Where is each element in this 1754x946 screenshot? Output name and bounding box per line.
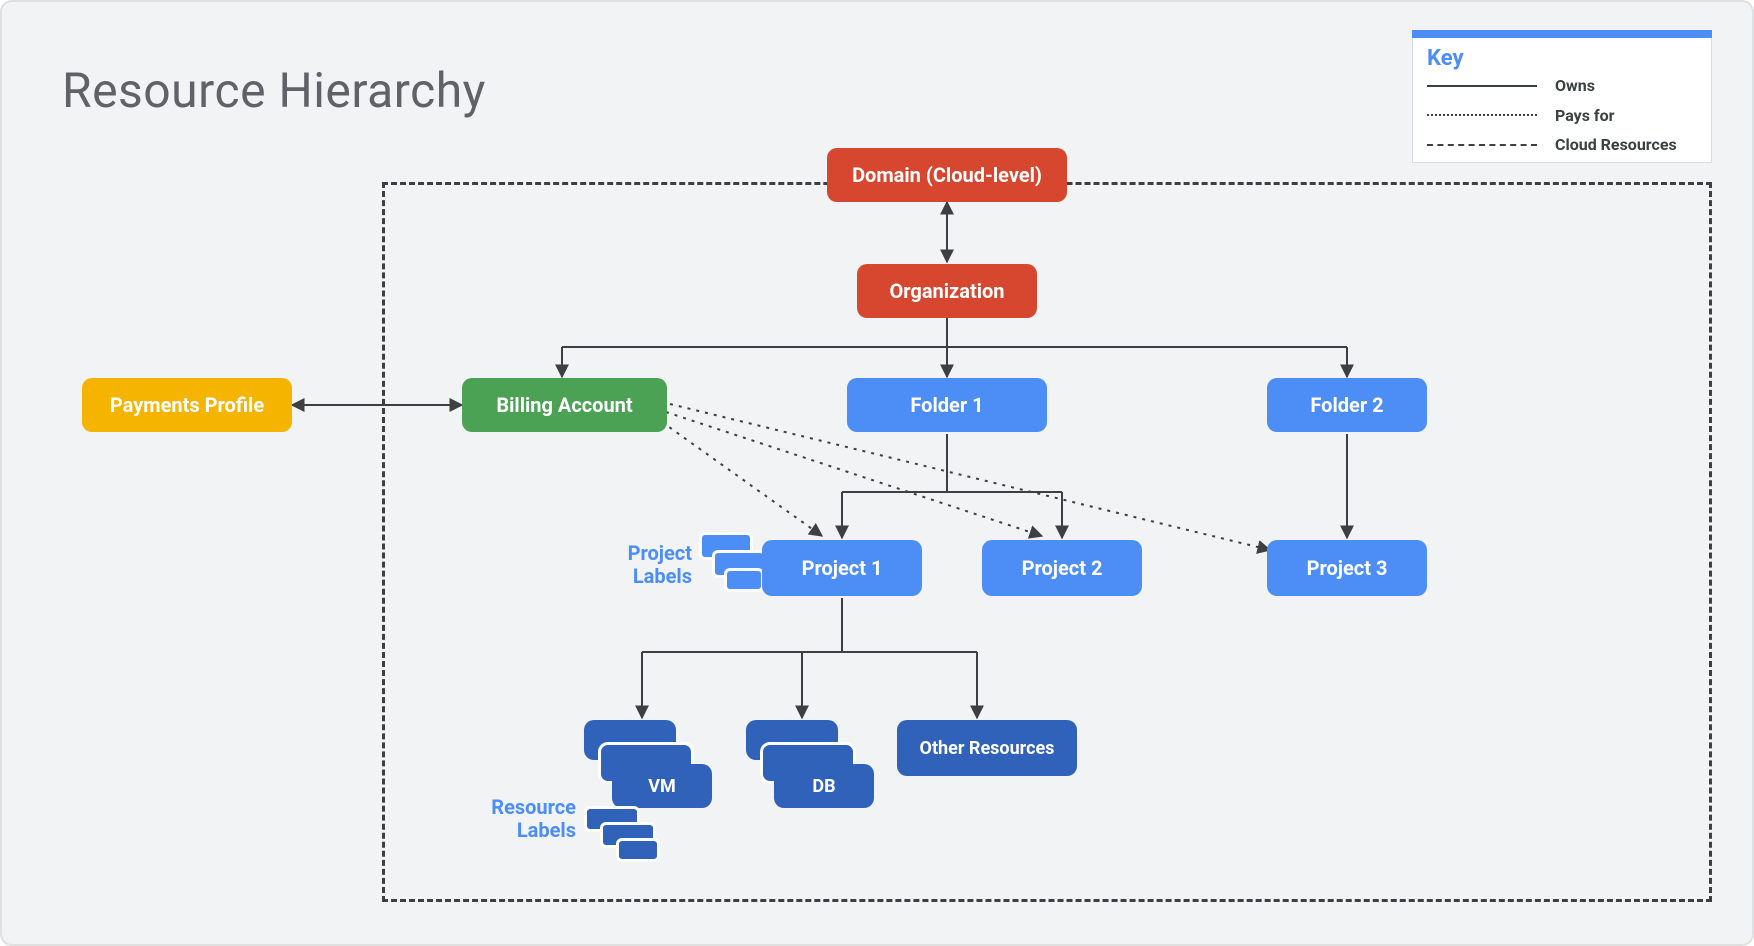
node-project2: Project 2 <box>982 540 1142 596</box>
node-vm: VM <box>612 764 712 808</box>
legend-row-owns: Owns <box>1413 73 1711 103</box>
legend-label-cloud: Cloud Resources <box>1555 136 1677 154</box>
legend-row-cloud: Cloud Resources <box>1413 132 1711 162</box>
node-payments-profile: Payments Profile <box>82 378 292 432</box>
node-billing-account: Billing Account <box>462 378 667 432</box>
label-resource-labels: Resource Labels <box>472 796 576 842</box>
legend-row-paysfor: Pays for <box>1413 103 1711 133</box>
node-domain: Domain (Cloud-level) <box>827 148 1067 202</box>
resource-label-chip-icon <box>616 838 660 862</box>
project-label-chip-icon <box>724 568 764 592</box>
legend-line-dotted <box>1427 114 1537 116</box>
legend-title: Key <box>1413 38 1711 73</box>
node-other-resources: Other Resources <box>897 720 1077 776</box>
node-organization: Organization <box>857 264 1037 318</box>
legend-line-solid <box>1427 85 1537 87</box>
node-folder2: Folder 2 <box>1267 378 1427 432</box>
legend-box: Key Owns Pays for Cloud Resources <box>1412 30 1712 163</box>
label-project-labels: Project Labels <box>602 542 692 588</box>
legend-accent-bar <box>1412 30 1712 38</box>
node-project1: Project 1 <box>762 540 922 596</box>
node-folder1: Folder 1 <box>847 378 1047 432</box>
legend-label-owns: Owns <box>1555 77 1595 95</box>
node-db: DB <box>774 764 874 808</box>
legend-line-dashed <box>1427 144 1537 146</box>
page-title: Resource Hierarchy <box>62 62 486 119</box>
legend-label-paysfor: Pays for <box>1555 107 1615 125</box>
diagram-frame: Resource Hierarchy Key Owns Pays for Clo… <box>0 0 1754 946</box>
node-project3: Project 3 <box>1267 540 1427 596</box>
